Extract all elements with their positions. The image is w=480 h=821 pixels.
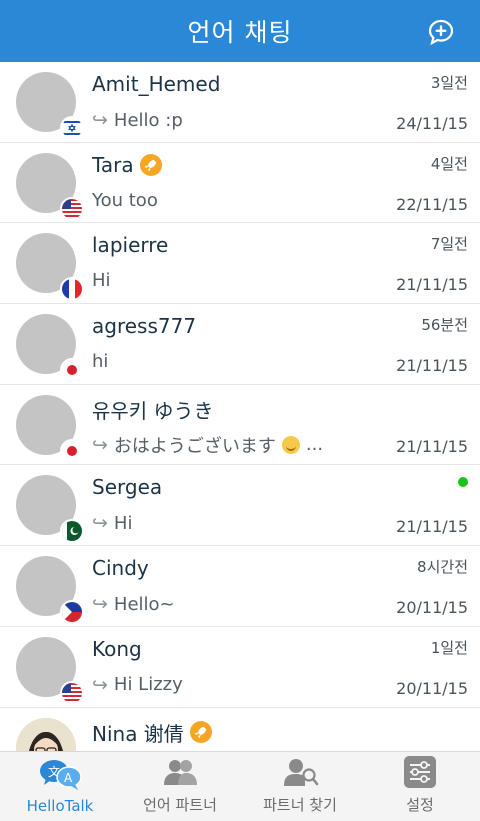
tab-label: HelloTalk (26, 797, 94, 815)
page-title: 언어 채팅 (187, 18, 293, 47)
message-preview: hi (92, 351, 109, 373)
tab-label: 언어 파트너 (143, 796, 217, 814)
tab-hellotalk[interactable]: 文 A HelloTalk (0, 752, 120, 821)
relative-time: 1일전 (430, 638, 468, 657)
message-date: 22/11/15 (396, 194, 468, 214)
bottom-tab-bar: 文 A HelloTalk 언어 파트너 파트너 찾기 설정 (0, 751, 480, 821)
message-preview: ↪ おはようございます... (92, 433, 324, 457)
relative-time: 4일전 (430, 154, 468, 173)
settings-icon (398, 754, 442, 790)
chat-row[interactable]: lapierre Hi 7일전 21/11/15 (0, 223, 480, 305)
message-date: 21/11/15 (396, 436, 468, 456)
reply-arrow-icon: ↪ (92, 109, 108, 131)
find-partner-icon (278, 754, 322, 790)
flag-us-icon (60, 196, 84, 221)
chat-row[interactable]: Nina 谢倩 (0, 707, 480, 751)
reply-arrow-icon: ↪ (92, 512, 108, 535)
hellotalk-translate-icon: 文 A (38, 757, 82, 793)
message-date: 24/11/15 (396, 114, 468, 133)
flag-japan-icon (60, 438, 84, 463)
message-preview: ↪ Hi (92, 512, 133, 535)
message-date: 20/11/15 (396, 678, 468, 698)
message-preview: You too (92, 189, 158, 211)
tab-label: 파트너 찾기 (263, 796, 337, 814)
tab-label: 설정 (406, 796, 434, 814)
svg-text:A: A (64, 771, 73, 785)
rocket-badge-icon (189, 721, 212, 743)
contact-name: 유우키 ゆうき (92, 398, 214, 423)
reply-arrow-icon: ↪ (92, 433, 108, 456)
partners-icon (158, 754, 202, 790)
avatar[interactable] (16, 717, 76, 751)
contact-name: agress777 (92, 314, 197, 339)
flag-us-icon (60, 680, 84, 705)
message-date: 21/11/15 (396, 517, 468, 537)
tab-find-partners[interactable]: 파트너 찾기 (240, 752, 360, 821)
message-date: 21/11/15 (396, 275, 468, 295)
relative-time: 3일전 (430, 74, 468, 92)
flag-france-icon (60, 277, 84, 302)
message-date: 21/11/15 (396, 356, 468, 376)
contact-name: Kong (92, 636, 142, 661)
chat-row[interactable]: Sergea ↪ Hi 21/11/15 (0, 465, 480, 547)
message-date: 20/11/15 (396, 598, 468, 618)
chat-row[interactable]: agress777 hi 56분전 21/11/15 (0, 304, 480, 385)
reply-arrow-icon: ↪ (92, 673, 108, 696)
message-preview: ↪ Hi Lizzy (92, 673, 183, 696)
flag-israel-icon (60, 116, 84, 140)
chat-row[interactable]: 유우키 ゆうき ↪ おはようございます... 21/11/15 (0, 384, 480, 466)
contact-name: Sergea (92, 475, 163, 500)
contact-name: Tara (92, 153, 162, 177)
message-preview: Hi (92, 270, 111, 292)
relative-time: 7일전 (430, 235, 468, 254)
message-preview: ↪ Hello~ (92, 593, 175, 616)
relative-time: 8시간전 (417, 558, 468, 577)
message-preview: ↪ Hello :p (92, 109, 183, 131)
smile-emoji-icon (281, 435, 300, 454)
chat-row[interactable]: Kong ↪ Hi Lizzy 1일전 20/11/15 (0, 626, 480, 708)
chat-row[interactable]: Cindy ↪ Hello~ 8시간전 20/11/15 (0, 546, 480, 627)
chat-list[interactable]: Amit_Hemed ↪ Hello :p 3일전 24/11/15 Tara Y… (0, 62, 480, 751)
online-status-dot (458, 477, 468, 488)
tab-language-partners[interactable]: 언어 파트너 (120, 752, 240, 821)
chat-row[interactable]: Tara You too 4일전 22/11/15 (0, 142, 480, 224)
contact-name: lapierre (92, 233, 169, 258)
relative-time: 56분전 (421, 316, 468, 335)
tab-settings[interactable]: 설정 (360, 752, 480, 821)
contact-name: Amit_Hemed (92, 72, 221, 96)
flag-philippines-icon (60, 600, 84, 625)
reply-arrow-icon: ↪ (92, 593, 108, 616)
app-header: 언어 채팅 (0, 0, 480, 62)
add-chat-icon[interactable] (428, 19, 454, 46)
chat-row[interactable]: Amit_Hemed ↪ Hello :p 3일전 24/11/15 (0, 62, 480, 143)
flag-japan-icon (60, 358, 84, 383)
contact-name: Cindy (92, 556, 149, 581)
flag-pakistan-icon (60, 519, 84, 544)
contact-name: Nina 谢倩 (92, 718, 212, 747)
rocket-badge-icon (139, 153, 162, 176)
